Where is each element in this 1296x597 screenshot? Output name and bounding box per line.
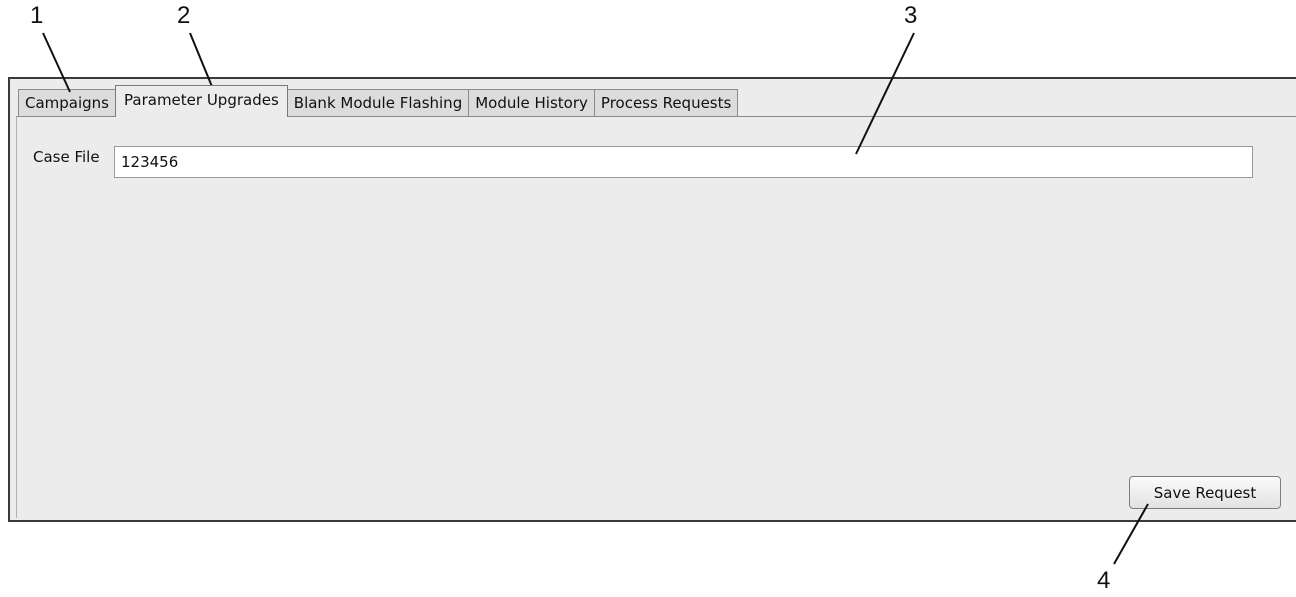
save-request-button[interactable]: Save Request (1129, 476, 1281, 509)
callout-number-3: 3 (904, 2, 918, 29)
tab-parameter-upgrades[interactable]: Parameter Upgrades (115, 85, 288, 117)
tab-campaigns[interactable]: Campaigns (18, 89, 117, 117)
parameter-upgrades-panel: Case File Save Request (16, 116, 1296, 518)
callout-number-4: 4 (1097, 567, 1111, 594)
tab-blank-module-flashing[interactable]: Blank Module Flashing (286, 89, 470, 117)
callout-number-2: 2 (177, 2, 191, 29)
tab-module-history[interactable]: Module History (468, 89, 595, 117)
tab-bar: Campaigns Parameter Upgrades Blank Modul… (18, 85, 739, 117)
tab-process-requests[interactable]: Process Requests (593, 89, 739, 117)
case-file-input[interactable] (114, 146, 1253, 178)
app-window: Campaigns Parameter Upgrades Blank Modul… (8, 77, 1296, 522)
callout-number-1: 1 (30, 2, 44, 29)
case-file-label: Case File (33, 148, 100, 166)
